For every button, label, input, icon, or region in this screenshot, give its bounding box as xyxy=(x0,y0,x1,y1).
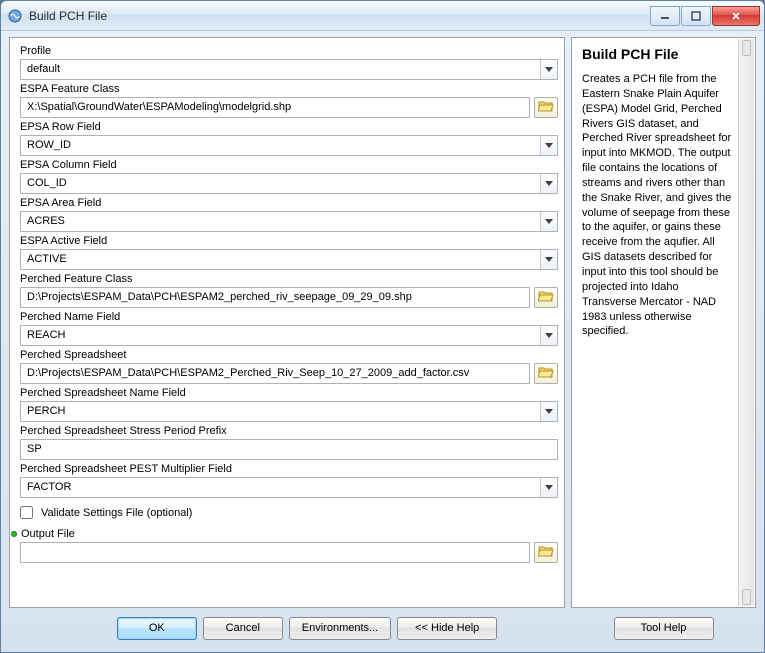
input-espa-active[interactable]: ACTIVE xyxy=(20,249,558,270)
label-espa-active: ESPA Active Field xyxy=(20,234,558,249)
field-perched-ss-name: Perched Spreadsheet Name Field PERCH xyxy=(20,386,558,422)
label-perched-ss-pest: Perched Spreadsheet PEST Multiplier Fiel… xyxy=(20,462,558,477)
browse-perched-ss-button[interactable] xyxy=(534,363,558,384)
label-espa-row: EPSA Row Field xyxy=(20,120,558,135)
chevron-down-icon xyxy=(540,212,557,231)
folder-icon xyxy=(538,289,554,306)
label-perched-ss-prefix: Perched Spreadsheet Stress Period Prefix xyxy=(20,424,558,439)
ok-button[interactable]: OK xyxy=(117,617,197,640)
help-body: Creates a PCH file from the Eastern Snak… xyxy=(582,72,747,339)
field-espa-area: EPSA Area Field ACRES xyxy=(20,196,558,232)
help-title: Build PCH File xyxy=(582,46,747,62)
cancel-button[interactable]: Cancel xyxy=(203,617,283,640)
input-output-file[interactable] xyxy=(20,542,530,563)
maximize-button[interactable] xyxy=(681,6,711,26)
input-espa-area[interactable]: ACRES xyxy=(20,211,558,232)
parameters-panel: Profile default ESPA Feature Class X:\Sp… xyxy=(9,37,565,608)
label-perched-ss: Perched Spreadsheet xyxy=(20,348,558,363)
chevron-down-icon xyxy=(540,60,557,79)
field-validate-settings: Validate Settings File (optional) xyxy=(20,506,558,519)
label-espa-fc: ESPA Feature Class xyxy=(20,82,558,97)
field-perched-name: Perched Name Field REACH xyxy=(20,310,558,346)
label-validate-settings: Validate Settings File (optional) xyxy=(41,507,192,519)
scrollbar[interactable] xyxy=(738,39,754,606)
input-perched-fc[interactable]: D:\Projects\ESPAM_Data\PCH\ESPAM2_perche… xyxy=(20,287,530,308)
field-espa-active: ESPA Active Field ACTIVE xyxy=(20,234,558,270)
titlebar: Build PCH File xyxy=(1,1,764,31)
dialog-window: Build PCH File Profile default ESPA Feat… xyxy=(0,0,765,653)
window-title: Build PCH File xyxy=(29,9,649,23)
required-marker-icon xyxy=(11,531,17,537)
content-area: Profile default ESPA Feature Class X:\Sp… xyxy=(1,31,764,612)
checkbox-validate-settings[interactable] xyxy=(20,506,33,519)
field-profile: Profile default xyxy=(20,44,558,80)
label-perched-fc: Perched Feature Class xyxy=(20,272,558,287)
label-espa-col: EPSA Column Field xyxy=(20,158,558,173)
chevron-down-icon xyxy=(540,478,557,497)
label-perched-ss-name: Perched Spreadsheet Name Field xyxy=(20,386,558,401)
input-perched-name[interactable]: REACH xyxy=(20,325,558,346)
field-espa-col: EPSA Column Field COL_ID xyxy=(20,158,558,194)
field-perched-ss-pest: Perched Spreadsheet PEST Multiplier Fiel… xyxy=(20,462,558,498)
minimize-button[interactable] xyxy=(650,6,680,26)
field-perched-ss: Perched Spreadsheet D:\Projects\ESPAM_Da… xyxy=(20,348,558,384)
field-output-file: Output File xyxy=(20,527,558,563)
window-controls xyxy=(649,6,760,26)
browse-output-file-button[interactable] xyxy=(534,542,558,563)
label-profile: Profile xyxy=(20,44,558,59)
help-panel: Build PCH File Creates a PCH file from t… xyxy=(571,37,756,608)
input-perched-ss-name[interactable]: PERCH xyxy=(20,401,558,422)
tool-help-button[interactable]: Tool Help xyxy=(614,617,714,640)
chevron-down-icon xyxy=(540,326,557,345)
browse-perched-fc-button[interactable] xyxy=(534,287,558,308)
label-perched-name: Perched Name Field xyxy=(20,310,558,325)
app-icon xyxy=(7,8,23,24)
environments-button[interactable]: Environments... xyxy=(289,617,391,640)
folder-icon xyxy=(538,99,554,116)
input-perched-ss-prefix[interactable]: SP xyxy=(20,439,558,460)
field-espa-feature-class: ESPA Feature Class X:\Spatial\GroundWate… xyxy=(20,82,558,118)
field-perched-ss-prefix: Perched Spreadsheet Stress Period Prefix… xyxy=(20,424,558,460)
label-output-file: Output File xyxy=(20,527,558,542)
folder-icon xyxy=(538,365,554,382)
chevron-down-icon xyxy=(540,402,557,421)
input-perched-ss[interactable]: D:\Projects\ESPAM_Data\PCH\ESPAM2_Perche… xyxy=(20,363,530,384)
input-espa-col[interactable]: COL_ID xyxy=(20,173,558,194)
folder-icon xyxy=(538,544,554,561)
chevron-down-icon xyxy=(540,136,557,155)
field-espa-row: EPSA Row Field ROW_ID xyxy=(20,120,558,156)
input-espa-row[interactable]: ROW_ID xyxy=(20,135,558,156)
field-perched-fc: Perched Feature Class D:\Projects\ESPAM_… xyxy=(20,272,558,308)
label-espa-area: EPSA Area Field xyxy=(20,196,558,211)
hide-help-button[interactable]: << Hide Help xyxy=(397,617,497,640)
browse-espa-fc-button[interactable] xyxy=(534,97,558,118)
chevron-down-icon xyxy=(540,174,557,193)
input-profile[interactable]: default xyxy=(20,59,558,80)
close-button[interactable] xyxy=(712,6,760,26)
button-bar: OK Cancel Environments... << Hide Help T… xyxy=(1,612,764,652)
chevron-down-icon xyxy=(540,250,557,269)
input-perched-ss-pest[interactable]: FACTOR xyxy=(20,477,558,498)
input-espa-fc[interactable]: X:\Spatial\GroundWater\ESPAModeling\mode… xyxy=(20,97,530,118)
